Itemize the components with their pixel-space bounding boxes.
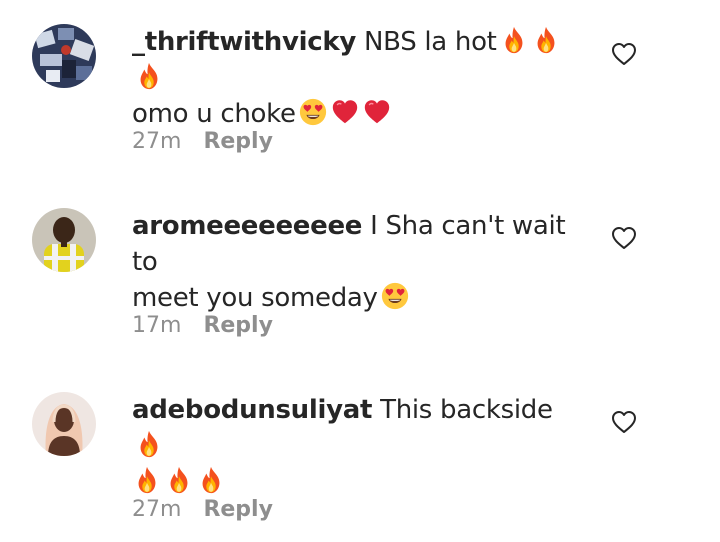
reply-button[interactable]: Reply	[203, 313, 273, 338]
fire-emoji	[164, 465, 194, 495]
comment-text: This backside	[380, 395, 553, 425]
comment-text: omo u choke	[132, 99, 296, 129]
comment-timestamp: 27m	[132, 129, 182, 154]
reply-button[interactable]: Reply	[203, 497, 273, 522]
fire-emoji	[499, 25, 529, 55]
heart-outline-icon[interactable]	[610, 40, 638, 68]
comment-body: aromeeeeeeeee I Sha can't wait to meet y…	[132, 208, 572, 316]
comment-text: NBS la hot	[363, 27, 497, 57]
comment-meta: 17m Reply	[132, 312, 273, 340]
comment-timestamp: 17m	[132, 313, 182, 338]
comment-username[interactable]: aromeeeeeeeee	[132, 211, 362, 241]
comment-meta: 27m Reply	[132, 128, 273, 156]
red-heart-emoji	[330, 97, 360, 127]
comment-username[interactable]: _thriftwithvicky	[132, 27, 356, 57]
reply-button[interactable]: Reply	[203, 129, 273, 154]
comment-text: meet you someday	[132, 283, 378, 313]
comment-timestamp: 27m	[132, 497, 182, 522]
avatar[interactable]	[32, 392, 96, 456]
avatar[interactable]	[32, 24, 96, 88]
heart-eyes-emoji	[298, 97, 328, 127]
heart-eyes-emoji	[380, 281, 410, 311]
fire-emoji	[531, 25, 561, 55]
comment-body: _thriftwithvicky NBS la hot omo u choke	[132, 24, 572, 132]
avatar[interactable]	[32, 208, 96, 272]
red-heart-emoji	[362, 97, 392, 127]
fire-emoji	[196, 465, 226, 495]
comment-body: adebodunsuliyat This backside	[132, 392, 572, 500]
heart-outline-icon[interactable]	[610, 408, 638, 436]
heart-outline-icon[interactable]	[610, 224, 638, 252]
fire-emoji	[132, 465, 162, 495]
fire-emoji	[134, 429, 164, 459]
comment-meta: 27m Reply	[132, 496, 273, 524]
comment-username[interactable]: adebodunsuliyat	[132, 395, 372, 425]
fire-emoji	[134, 61, 164, 91]
